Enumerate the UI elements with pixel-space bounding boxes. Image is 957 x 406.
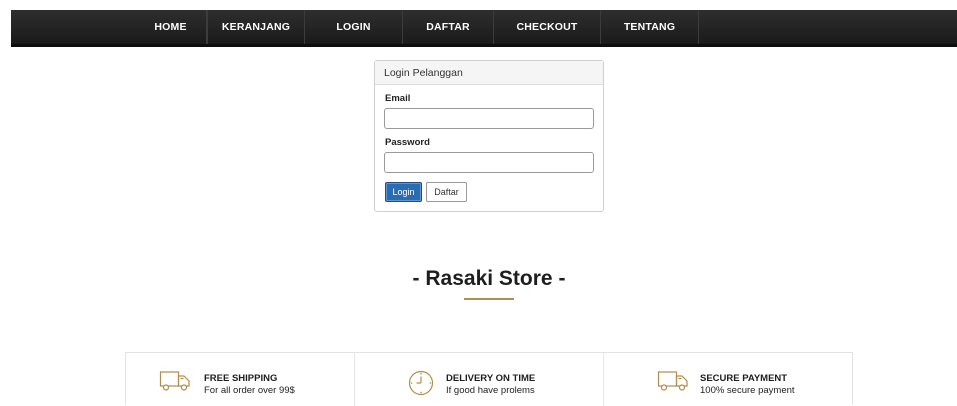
nav-login-label: LOGIN [336,21,371,33]
feature-desc: If good have prolems [446,385,535,396]
password-field[interactable] [384,152,594,173]
nav-keranjang[interactable]: KERANJANG [207,10,305,44]
truck-icon [159,371,190,391]
nav-checkout-label: CHECKOUT [516,21,578,33]
title-underline [464,298,514,300]
truck-icon [657,371,688,391]
login-panel-heading: Login Pelanggan [375,61,603,85]
feature-delivery-on-time: DELIVERY ON TIME If good have prolems [355,353,604,406]
nav-home-label: HOME [154,21,187,33]
nav-daftar[interactable]: DAFTAR [403,10,494,44]
email-field[interactable] [384,108,594,129]
nav-login[interactable]: LOGIN [305,10,403,44]
feature-desc: 100% secure payment [700,385,795,396]
store-title: - Rasaki Store - [412,267,566,290]
nav-tentang[interactable]: TENTANG [601,10,699,44]
main-navbar: HOME KERANJANG LOGIN DAFTAR CHECKOUT TEN… [11,10,957,47]
register-button[interactable]: Daftar [426,182,467,202]
nav-checkout[interactable]: CHECKOUT [494,10,601,44]
email-label: Email [385,93,411,104]
feature-desc: For all order over 99$ [204,385,295,396]
feature-secure-payment: SECURE PAYMENT 100% secure payment [604,353,854,406]
nav-tentang-label: TENTANG [623,21,676,33]
feature-free-shipping: FREE SHIPPING For all order over 99$ [126,353,355,406]
login-panel: Login Pelanggan Email Password Login Daf… [374,60,604,212]
feature-title: SECURE PAYMENT [700,373,788,384]
nav-home[interactable]: HOME [135,10,207,44]
clock-icon [408,370,434,396]
feature-title: FREE SHIPPING [204,373,278,384]
nav-daftar-label: DAFTAR [426,21,470,33]
nav-keranjang-label: KERANJANG [221,21,291,33]
login-button[interactable]: Login [385,182,422,202]
password-label: Password [385,137,430,148]
features-strip: FREE SHIPPING For all order over 99$ DEL… [125,352,854,406]
feature-title: DELIVERY ON TIME [446,373,536,384]
